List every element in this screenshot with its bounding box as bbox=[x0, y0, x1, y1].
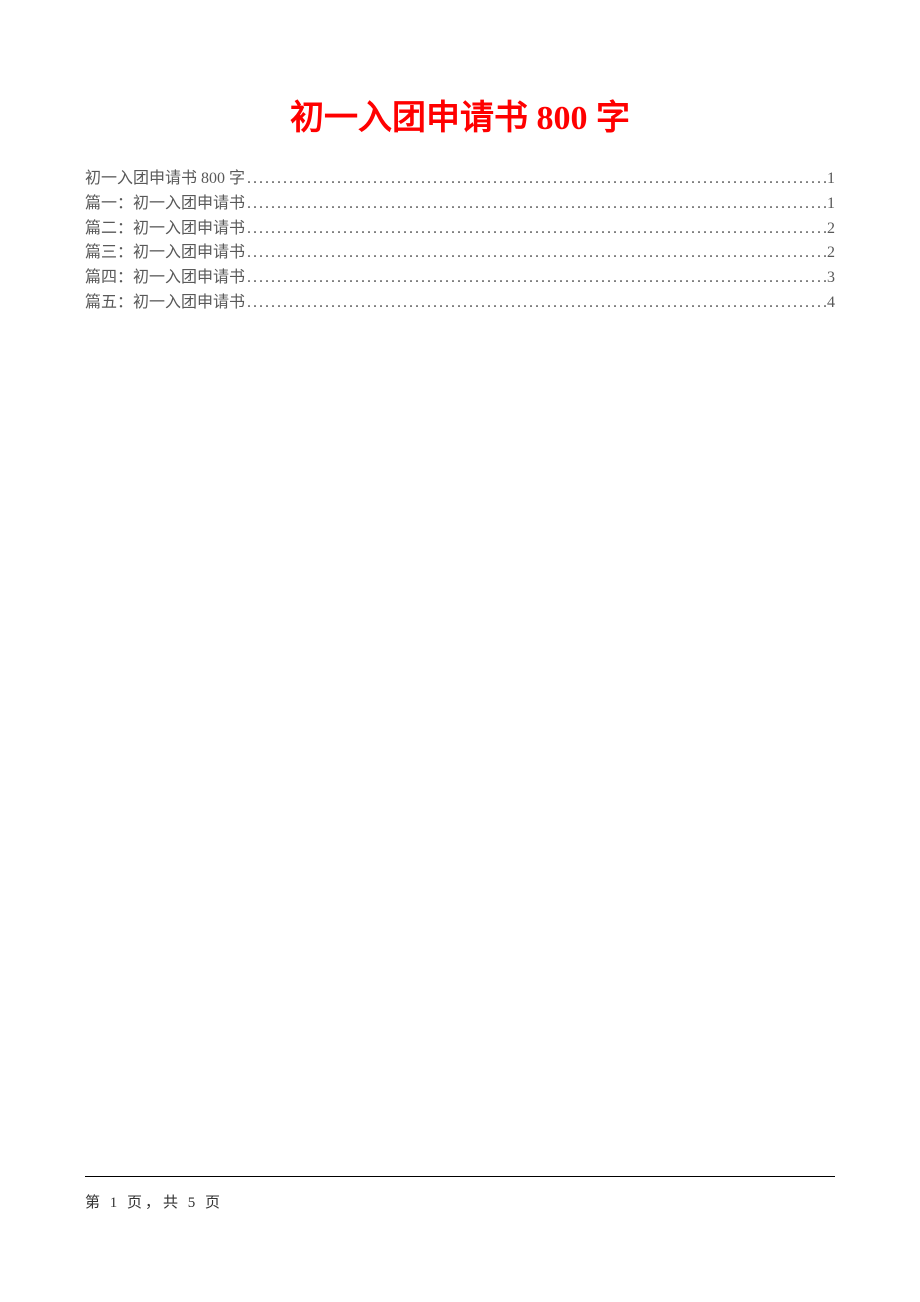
toc-entry[interactable]: 篇四：初一入团申请书 .............................… bbox=[85, 266, 835, 291]
toc-entry[interactable]: 篇三：初一入团申请书 .............................… bbox=[85, 241, 835, 266]
toc-label: 篇二：初一入团申请书 bbox=[85, 217, 245, 242]
toc-label: 篇三：初一入团申请书 bbox=[85, 241, 245, 266]
toc-leader-dots: ........................................… bbox=[245, 241, 827, 266]
toc-label: 篇五：初一入团申请书 bbox=[85, 291, 245, 316]
toc-leader-dots: ........................................… bbox=[245, 266, 827, 291]
toc-entry[interactable]: 篇五：初一入团申请书 .............................… bbox=[85, 291, 835, 316]
toc-label: 篇一：初一入团申请书 bbox=[85, 192, 245, 217]
toc-page-number: 1 bbox=[827, 192, 835, 217]
toc-page-number: 1 bbox=[827, 167, 835, 192]
toc-page-number: 2 bbox=[827, 217, 835, 242]
table-of-contents: 初一入团申请书 800 字 ..........................… bbox=[85, 167, 835, 316]
toc-leader-dots: ........................................… bbox=[245, 217, 827, 242]
footer-divider bbox=[85, 1176, 835, 1177]
page-footer: 第 1 页，共 5 页 bbox=[85, 1176, 835, 1212]
toc-page-number: 3 bbox=[827, 266, 835, 291]
toc-entry[interactable]: 初一入团申请书 800 字 ..........................… bbox=[85, 167, 835, 192]
toc-page-number: 2 bbox=[827, 241, 835, 266]
toc-entry[interactable]: 篇二：初一入团申请书 .............................… bbox=[85, 217, 835, 242]
toc-leader-dots: ........................................… bbox=[245, 291, 827, 316]
document-title: 初一入团申请书 800 字 bbox=[85, 90, 835, 139]
toc-leader-dots: ........................................… bbox=[245, 167, 827, 192]
page-number-text: 第 1 页，共 5 页 bbox=[85, 1191, 835, 1212]
toc-label: 初一入团申请书 800 字 bbox=[85, 167, 245, 192]
toc-entry[interactable]: 篇一：初一入团申请书 .............................… bbox=[85, 192, 835, 217]
toc-label: 篇四：初一入团申请书 bbox=[85, 266, 245, 291]
toc-leader-dots: ........................................… bbox=[245, 192, 827, 217]
toc-page-number: 4 bbox=[827, 291, 835, 316]
